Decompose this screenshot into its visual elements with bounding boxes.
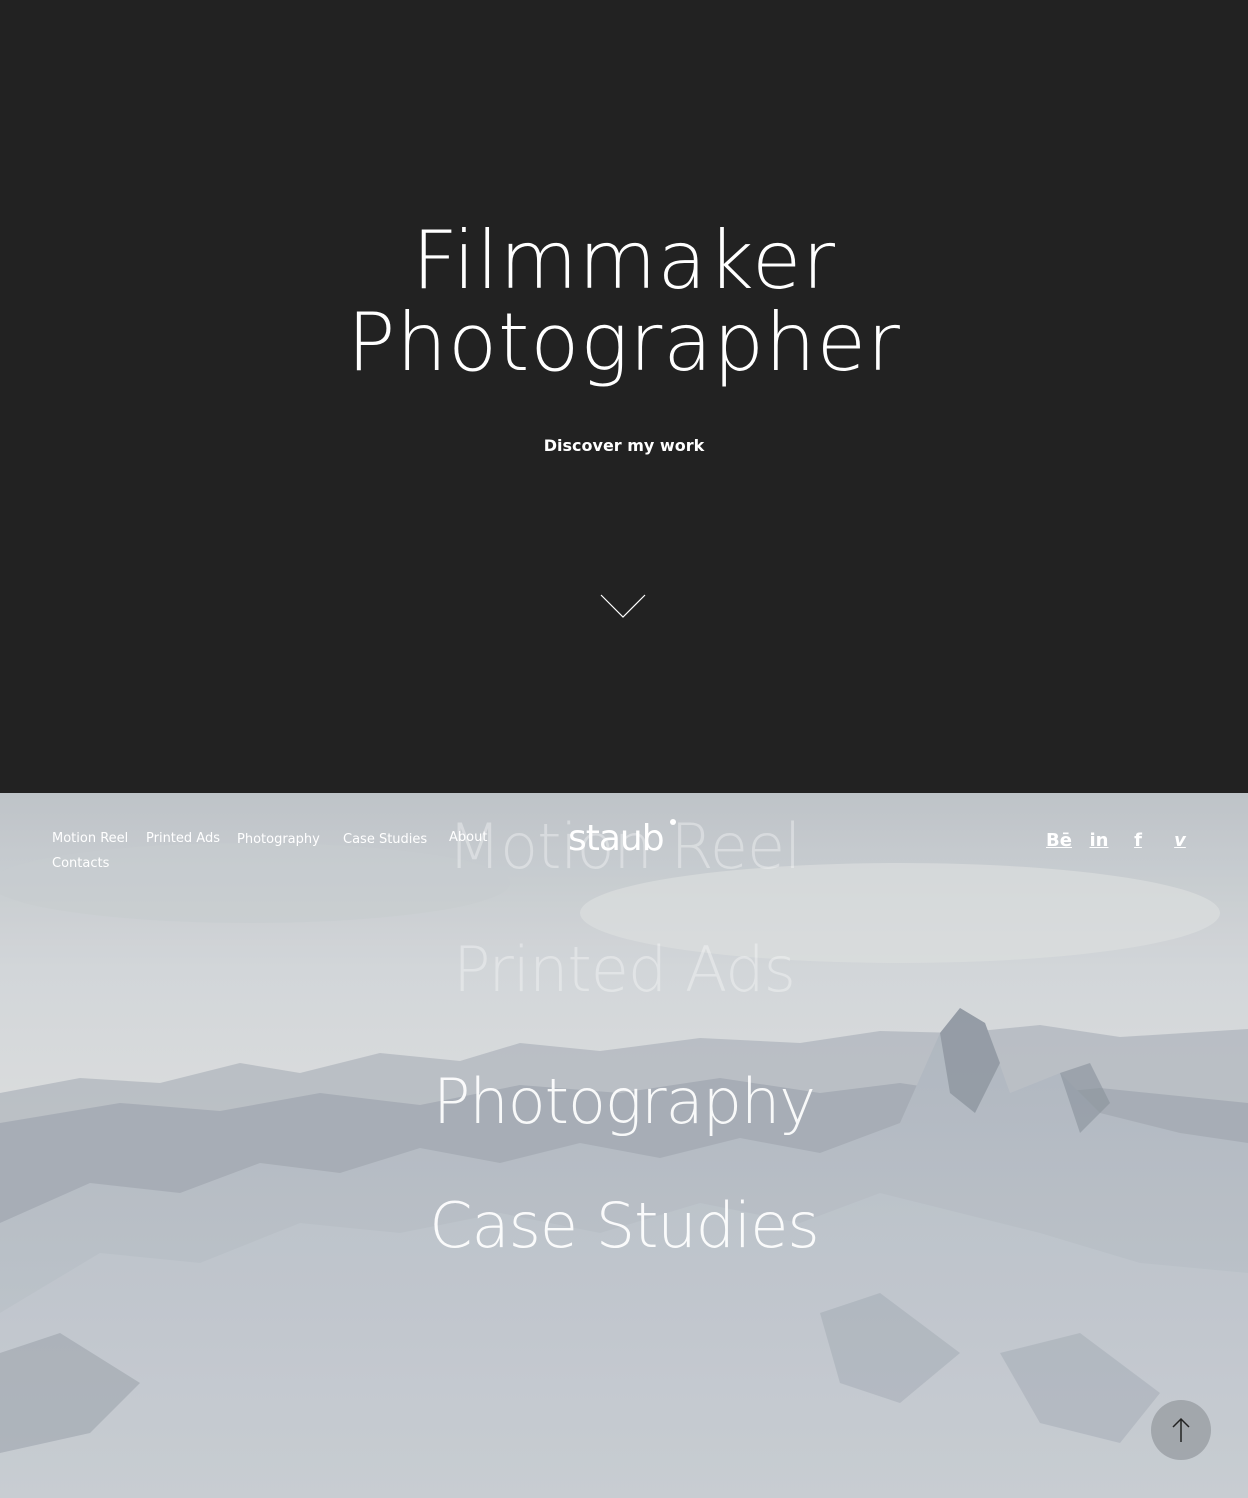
back-to-top-button[interactable] (1151, 1400, 1211, 1460)
vimeo-icon[interactable]: v (1170, 830, 1190, 852)
nav-link-motion-reel[interactable]: Motion Reel (52, 831, 128, 846)
menu-item-case-studies[interactable]: Case Studies (0, 1189, 1248, 1262)
menu-item-photography[interactable]: Photography (0, 1065, 1248, 1138)
nav-link-photography[interactable]: Photography (237, 832, 320, 847)
nav-link-case-studies[interactable]: Case Studies (343, 832, 427, 847)
menu-item-printed-ads[interactable]: Printed Ads (0, 933, 1248, 1006)
hero-title-line-2: Photographer (347, 296, 901, 389)
facebook-icon[interactable]: f (1130, 830, 1146, 852)
mountain-background-image (0, 793, 1248, 1498)
nav-link-contacts[interactable]: Contacts (52, 856, 109, 871)
chevron-down-icon[interactable] (600, 592, 646, 620)
hero-title-line-1: Filmmaker (411, 214, 837, 307)
work-section: Motion Reel Printed Ads Photography Case… (0, 793, 1248, 1498)
behance-icon[interactable]: Bē (1046, 830, 1072, 852)
nav-link-about[interactable]: About (449, 830, 487, 845)
nav-link-printed-ads[interactable]: Printed Ads (146, 831, 220, 846)
arrow-up-icon (1172, 1417, 1190, 1442)
discover-work-link[interactable]: Discover my work (0, 436, 1248, 455)
linkedin-icon[interactable]: in (1088, 830, 1110, 852)
site-logo[interactable]: staub (568, 818, 665, 859)
hero-title: Filmmaker Photographer (0, 220, 1248, 384)
hero-section: Filmmaker Photographer Discover my work (0, 0, 1248, 793)
logo-dot-icon (670, 819, 676, 825)
